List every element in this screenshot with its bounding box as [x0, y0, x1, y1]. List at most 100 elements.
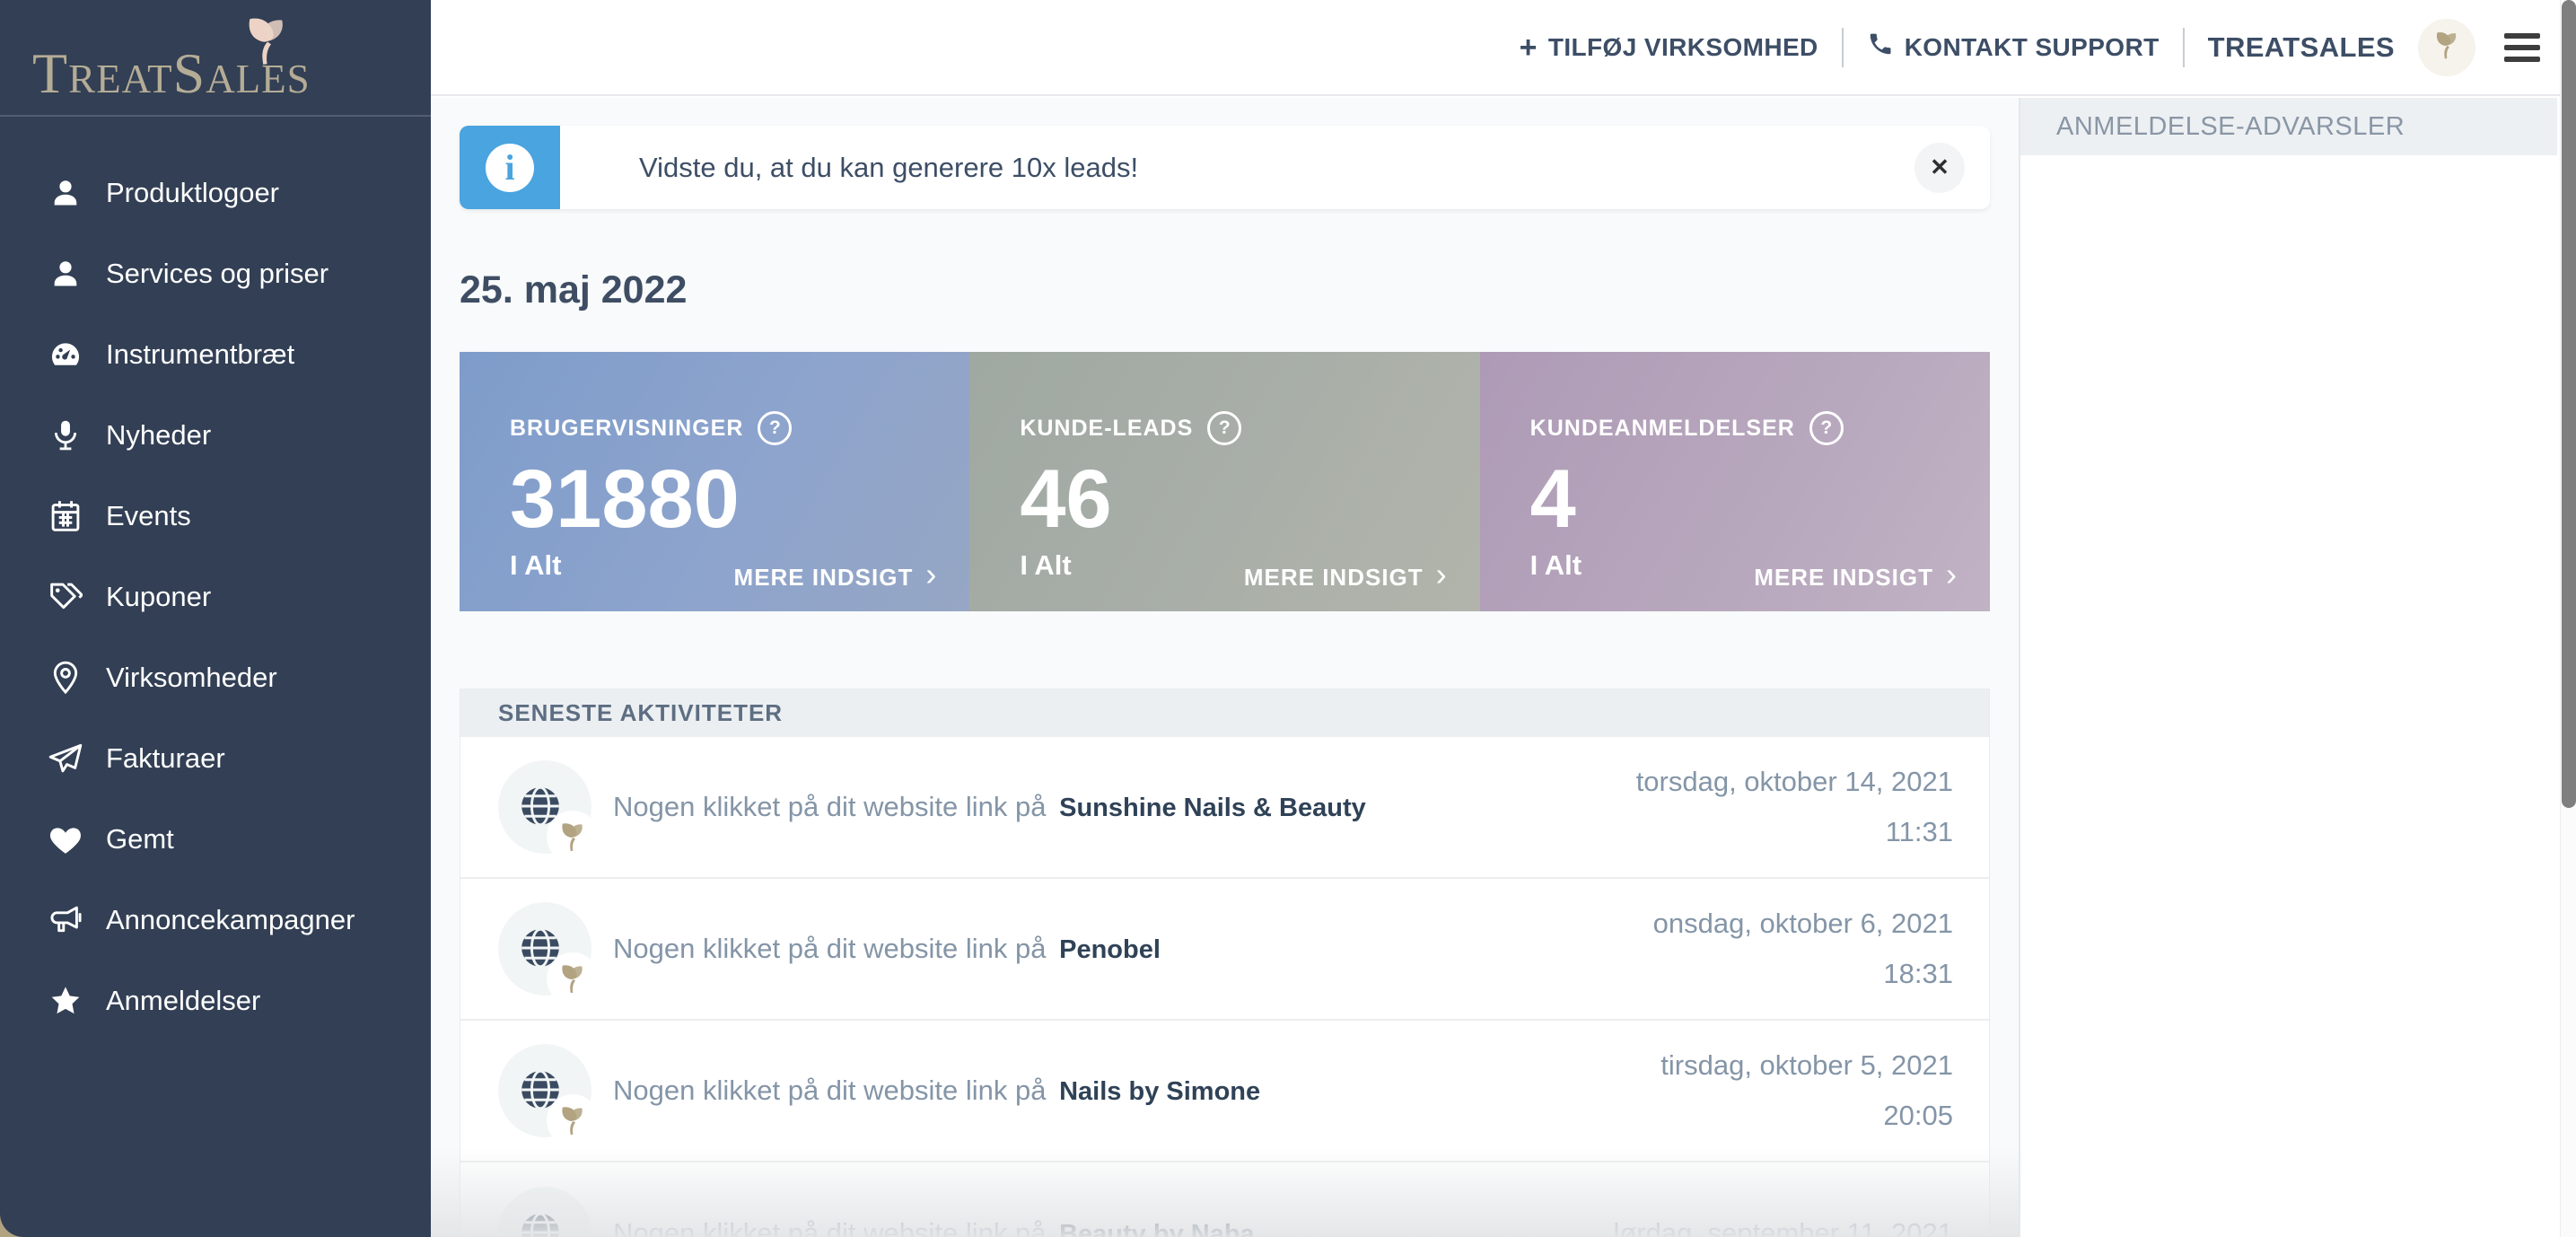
- user-icon: [45, 256, 86, 292]
- plus-icon: +: [1520, 32, 1538, 63]
- sidebar-item-anmeldelser[interactable]: Anmeldelser: [0, 961, 431, 1041]
- sidebar: TreatSales Produktlogoer Servi: [0, 0, 431, 1237]
- megaphone-icon: [45, 902, 86, 938]
- close-icon[interactable]: ✕: [1914, 143, 1965, 193]
- help-icon[interactable]: ?: [1207, 411, 1241, 445]
- help-icon[interactable]: ?: [758, 411, 792, 445]
- sidebar-item-events[interactable]: Events: [0, 476, 431, 557]
- activity-avatar: [498, 760, 591, 854]
- topbar-divider: [2183, 28, 2185, 67]
- business-name: Beauty by Naba: [1059, 1220, 1255, 1237]
- account-menu[interactable]: TREATSALES: [2208, 31, 2395, 64]
- map-marker-icon: [45, 660, 86, 696]
- sidebar-item-label: Services og priser: [106, 258, 329, 290]
- activity-row[interactable]: Nogen klikket på dit website link på Bea…: [460, 1162, 1989, 1237]
- sidebar-item-kuponer[interactable]: Kuponer: [0, 557, 431, 637]
- heart-icon: [45, 821, 86, 857]
- chevron-right-icon: ›: [925, 558, 937, 591]
- help-icon[interactable]: ?: [1809, 411, 1844, 445]
- stat-card-kunde-leads[interactable]: KUNDE-LEADS ? 46 I Alt MERE INDSIGT ›: [969, 352, 1479, 611]
- add-business-label: TILFØJ VIRKSOMHED: [1548, 33, 1818, 62]
- sidebar-item-label: Events: [106, 500, 191, 532]
- sidebar-item-fakturaer[interactable]: Fakturaer: [0, 718, 431, 799]
- topbar-divider: [1842, 28, 1844, 67]
- sidebar-item-produktlogoer[interactable]: Produktlogoer: [0, 153, 431, 233]
- sidebar-item-gemt[interactable]: Gemt: [0, 799, 431, 880]
- recent-activities: SENESTE AKTIVITETER Nogen klikket på dit…: [460, 689, 1990, 1237]
- sidebar-item-label: Virksomheder: [106, 662, 277, 694]
- activity-date: tirsdag, oktober 5, 2021: [1660, 1040, 1953, 1091]
- stat-label: KUNDE-LEADS: [1020, 416, 1193, 442]
- more-insight-label: MERE INDSIGT: [1244, 564, 1424, 592]
- avatar[interactable]: [2418, 19, 2475, 76]
- sidebar-item-services-og-priser[interactable]: Services og priser: [0, 233, 431, 314]
- sidebar-item-label: Anmeldelser: [106, 985, 260, 1017]
- activity-time: 18:31: [1653, 949, 1953, 999]
- sidebar-item-label: Instrumentbræt: [106, 338, 294, 371]
- vertical-scrollbar[interactable]: [2560, 0, 2576, 1237]
- user-icon: [45, 175, 86, 211]
- more-insight-link[interactable]: MERE INDSIGT ›: [734, 561, 938, 593]
- sidebar-item-nyheder[interactable]: Nyheder: [0, 395, 431, 476]
- sidebar-item-label: Nyheder: [106, 419, 211, 452]
- business-name: Nails by Simone: [1059, 1077, 1260, 1106]
- paper-plane-icon: [45, 741, 86, 776]
- info-banner-flag: i: [460, 126, 560, 209]
- activity-timestamp: torsdag, oktober 14, 2021 11:31: [1636, 757, 1953, 857]
- activity-row[interactable]: Nogen klikket på dit website link på Sun…: [460, 737, 1989, 879]
- contact-support-button[interactable]: KONTAKT SUPPORT: [1867, 31, 2160, 64]
- stat-card-kundeanmeldelser[interactable]: KUNDEANMELDELSER ? 4 I Alt MERE INDSIGT …: [1480, 352, 1990, 611]
- topbar: + TILFØJ VIRKSOMHED KONTAKT SUPPORT TREA…: [431, 0, 2560, 96]
- hamburger-menu-icon[interactable]: [2504, 33, 2540, 62]
- review-alerts-header: ANMELDELSE-ADVARSLER: [2020, 98, 2557, 155]
- leaf-logo-icon: [235, 9, 298, 76]
- calendar-icon: [45, 498, 86, 534]
- sidebar-item-label: Annoncekampagner: [106, 904, 355, 936]
- activity-avatar: [498, 1044, 591, 1137]
- activity-text: Nogen klikket på dit website link på: [613, 1075, 1046, 1106]
- sidebar-item-virksomheder[interactable]: Virksomheder: [0, 637, 431, 718]
- stat-card-brugervisninger[interactable]: BRUGERVISNINGER ? 31880 I Alt MERE INDSI…: [460, 352, 969, 611]
- phone-icon: [1867, 31, 1894, 64]
- activity-date: lørdag, september 11, 2021: [1613, 1208, 1953, 1237]
- more-insight-link[interactable]: MERE INDSIGT ›: [1244, 561, 1448, 593]
- stat-label: KUNDEANMELDELSER: [1530, 416, 1795, 442]
- activity-message: Nogen klikket på dit website link på Sun…: [613, 791, 1366, 823]
- activity-timestamp: onsdag, oktober 6, 2021 18:31: [1653, 899, 1953, 999]
- activity-text: Nogen klikket på dit website link på: [613, 933, 1046, 964]
- leaf-badge-icon: [547, 1094, 599, 1146]
- contact-support-label: KONTAKT SUPPORT: [1905, 33, 2160, 62]
- activity-message: Nogen klikket på dit website link på Pen…: [613, 933, 1161, 965]
- logo[interactable]: TreatSales: [0, 0, 431, 117]
- activity-date: onsdag, oktober 6, 2021: [1653, 899, 1953, 949]
- review-alerts-panel: ANMELDELSE-ADVARSLER: [2019, 98, 2557, 1237]
- microphone-icon: [45, 417, 86, 453]
- main-content: i Vidste du, at du kan generere 10x lead…: [431, 98, 2019, 1237]
- activity-text: Nogen klikket på dit website link på: [613, 791, 1046, 822]
- activity-row[interactable]: Nogen klikket på dit website link på Nai…: [460, 1021, 1989, 1162]
- activity-row[interactable]: Nogen klikket på dit website link på Pen…: [460, 879, 1989, 1021]
- recent-activities-header: SENESTE AKTIVITETER: [460, 689, 1989, 737]
- globe-icon: [518, 1210, 563, 1237]
- activity-date: torsdag, oktober 14, 2021: [1636, 757, 1953, 807]
- add-business-button[interactable]: + TILFØJ VIRKSOMHED: [1520, 32, 1818, 63]
- sidebar-item-instrumentbraet[interactable]: Instrumentbræt: [0, 314, 431, 395]
- dashboard-icon: [45, 337, 86, 373]
- stat-cards: BRUGERVISNINGER ? 31880 I Alt MERE INDSI…: [460, 352, 1990, 611]
- tags-icon: [45, 579, 86, 615]
- more-insight-link[interactable]: MERE INDSIGT ›: [1754, 561, 1958, 593]
- business-name: Penobel: [1059, 935, 1161, 964]
- date-heading: 25. maj 2022: [460, 268, 1990, 312]
- activity-time: 11:31: [1636, 807, 1953, 857]
- sidebar-item-label: Fakturaer: [106, 742, 225, 775]
- scrollbar-thumb[interactable]: [2562, 0, 2576, 808]
- stat-value: 46: [1020, 458, 1447, 540]
- activity-avatar: [498, 902, 591, 996]
- info-banner: i Vidste du, at du kan generere 10x lead…: [460, 126, 1990, 209]
- sidebar-item-label: Gemt: [106, 823, 174, 855]
- stat-label: BRUGERVISNINGER: [510, 416, 743, 442]
- sidebar-item-annoncekampagner[interactable]: Annoncekampagner: [0, 880, 431, 961]
- activity-text: Nogen klikket på dit website link på: [613, 1217, 1046, 1237]
- sidebar-item-label: Produktlogoer: [106, 177, 279, 209]
- sidebar-item-label: Kuponer: [106, 581, 211, 613]
